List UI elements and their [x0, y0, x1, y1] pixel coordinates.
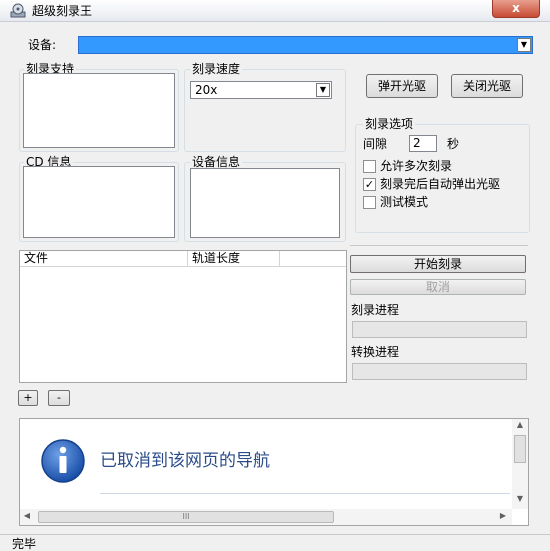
extra-column-header[interactable] [280, 251, 346, 267]
close-button[interactable]: x [492, 0, 540, 18]
status-text: 完毕 [12, 537, 37, 551]
interval-input[interactable]: 2 [409, 135, 437, 152]
burn-support-list[interactable] [23, 73, 175, 148]
add-file-button[interactable]: + [18, 390, 38, 406]
scroll-left-icon[interactable]: ◀ [20, 510, 34, 524]
vertical-scrollbar[interactable]: ▲ ▼ [512, 419, 528, 509]
eject-button[interactable]: 弹开光驱 [366, 74, 438, 98]
check-icon: ✓ [364, 178, 375, 191]
burner-window: 超级刻录王 x 设备: ▼ 刻录支持 刻录速度 20x ▼ 弹开光驱 关闭光驱 … [0, 0, 550, 551]
convert-progress-label: 转换进程 [351, 345, 400, 359]
interval-unit: 秒 [447, 137, 460, 151]
device-select[interactable]: ▼ [78, 36, 533, 54]
device-info-title: 设备信息 [190, 155, 243, 169]
scroll-down-icon[interactable]: ▼ [512, 493, 528, 507]
navigation-cancelled-message: 已取消到该网页的导航 [100, 451, 270, 471]
speed-select[interactable]: 20x ▼ [190, 81, 332, 99]
chevron-down-icon[interactable]: ▼ [316, 83, 330, 97]
burn-progress-bar [352, 321, 527, 338]
cd-info-list[interactable] [23, 166, 175, 238]
start-burn-button[interactable]: 开始刻录 [350, 255, 526, 273]
burn-progress-label: 刻录进程 [351, 303, 400, 317]
window-title: 超级刻录王 [32, 4, 93, 18]
vertical-scroll-thumb[interactable] [514, 435, 526, 463]
file-list-header: 文件 轨道长度 [20, 251, 346, 267]
burn-options-title: 刻录选项 [363, 117, 416, 131]
multi-session-checkbox[interactable] [363, 160, 376, 173]
speed-value: 20x [195, 83, 218, 97]
test-mode-label: 测试模式 [380, 195, 429, 209]
interval-label: 间隙 [363, 137, 388, 151]
auto-eject-option[interactable]: ✓ 刻录完后自动弹出光驱 [363, 177, 523, 192]
scroll-right-icon[interactable]: ▶ [496, 510, 510, 524]
multi-session-option[interactable]: 允许多次刻录 [363, 159, 523, 174]
message-divider [100, 493, 510, 494]
info-icon [40, 438, 86, 484]
app-icon [10, 3, 26, 19]
test-mode-option[interactable]: 测试模式 [363, 195, 523, 210]
file-column-header[interactable]: 文件 [20, 251, 188, 267]
status-bar: 完毕 [0, 534, 550, 551]
close-drive-button[interactable]: 关闭光驱 [451, 74, 523, 98]
auto-eject-label: 刻录完后自动弹出光驱 [380, 177, 501, 191]
device-label: 设备: [28, 38, 57, 52]
title-bar[interactable]: 超级刻录王 x [0, 0, 550, 22]
track-length-column-header[interactable]: 轨道长度 [188, 251, 280, 267]
divider [350, 245, 528, 246]
burn-speed-title: 刻录速度 [190, 62, 243, 76]
close-icon: x [512, 1, 520, 15]
device-info-list[interactable] [190, 168, 340, 238]
stop-button[interactable]: 取消 [350, 279, 526, 295]
browser-panel[interactable]: 已取消到该网页的导航 ▲ ▼ ◀ III ▶ [19, 418, 529, 526]
multi-session-label: 允许多次刻录 [380, 159, 453, 173]
convert-progress-bar [352, 363, 527, 380]
test-mode-checkbox[interactable] [363, 196, 376, 209]
horizontal-scrollbar[interactable]: ◀ III ▶ [20, 509, 512, 525]
file-list[interactable]: 文件 轨道长度 [19, 250, 347, 383]
remove-file-button[interactable]: - [48, 390, 70, 406]
scroll-up-icon[interactable]: ▲ [512, 419, 528, 433]
auto-eject-checkbox[interactable]: ✓ [363, 178, 376, 191]
chevron-down-icon[interactable]: ▼ [517, 38, 531, 52]
horizontal-scroll-thumb[interactable]: III [38, 511, 334, 523]
